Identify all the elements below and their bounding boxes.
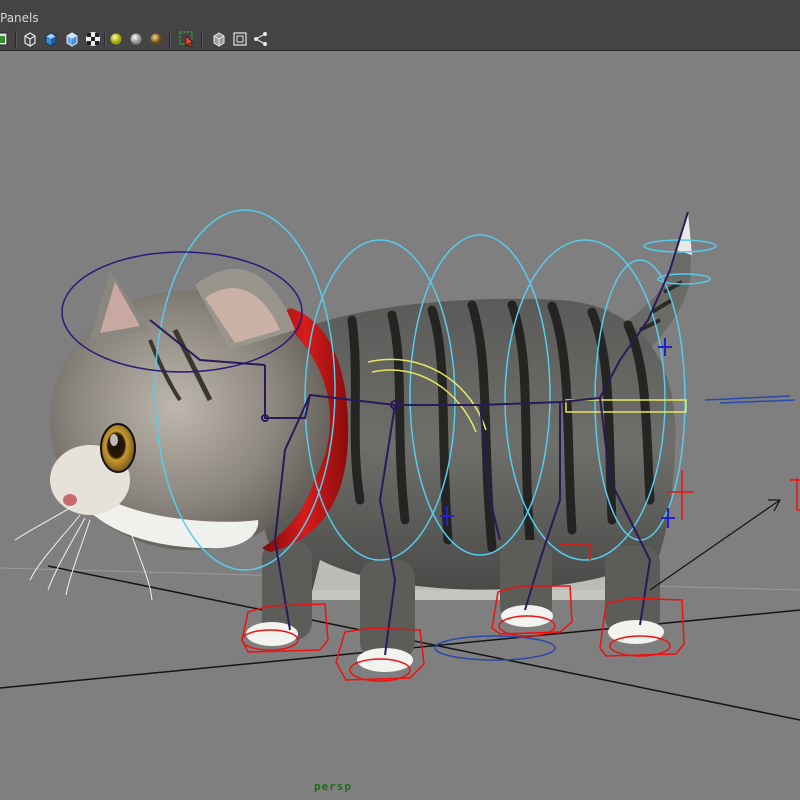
all-lights-icon[interactable] bbox=[127, 30, 145, 48]
rig-pole-vector bbox=[649, 499, 782, 591]
default-light-icon[interactable] bbox=[107, 30, 125, 48]
node-graph-icon[interactable] bbox=[252, 30, 270, 48]
panel-toolbar bbox=[0, 28, 800, 51]
maya-window: Panels persp bbox=[0, 0, 800, 800]
xray-cube-icon[interactable] bbox=[210, 30, 228, 48]
viewport-scene bbox=[0, 209, 800, 721]
panel-menubar: Panels bbox=[0, 0, 800, 28]
isolate-select-icon[interactable] bbox=[178, 30, 196, 48]
xray-joints-icon[interactable] bbox=[231, 30, 249, 48]
toolbar-separator bbox=[169, 31, 171, 47]
toolbar-separator bbox=[15, 31, 17, 47]
camera-name-label: persp bbox=[313, 780, 353, 793]
menu-panels[interactable]: Panels bbox=[0, 11, 39, 25]
shadows-icon[interactable] bbox=[147, 30, 165, 48]
wireframe-cube-icon[interactable] bbox=[21, 30, 39, 48]
smooth-shade-cube-icon[interactable] bbox=[42, 30, 60, 48]
perspective-viewport[interactable] bbox=[0, 51, 800, 800]
flat-shade-cube-icon[interactable] bbox=[63, 30, 81, 48]
toolbar-separator bbox=[104, 31, 106, 47]
image-plane-icon[interactable] bbox=[0, 30, 10, 48]
textured-checker-icon[interactable] bbox=[84, 30, 102, 48]
toolbar-separator bbox=[201, 31, 203, 47]
